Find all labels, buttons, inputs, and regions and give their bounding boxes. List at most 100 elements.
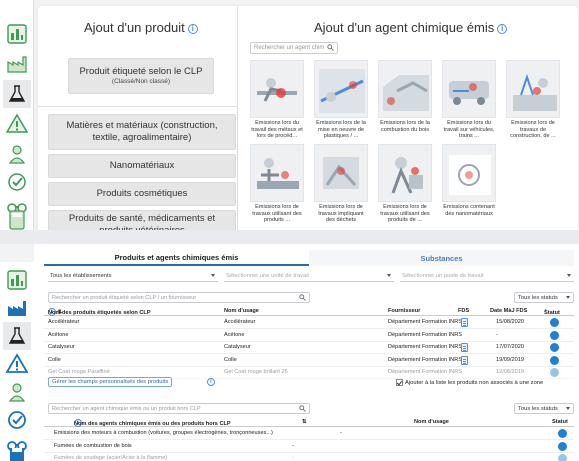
sidebar-item-establishment[interactable] xyxy=(3,50,31,78)
establishment-select[interactable]: Tous les établissements xyxy=(48,271,218,282)
warning-icon xyxy=(6,113,28,133)
health-products-button[interactable]: Produits de santé, médicaments et produi… xyxy=(48,210,236,230)
materials-button[interactable]: Matières et matériaux (construction, tex… xyxy=(48,114,236,150)
table-cell: - xyxy=(496,331,498,338)
info-icon[interactable]: i xyxy=(207,378,215,386)
table-cell: 15/08/2020 xyxy=(496,319,524,325)
chevron-down-icon xyxy=(567,274,571,277)
dashboard-icon xyxy=(7,270,27,290)
emission-tile[interactable]: Emissions lors de la combustion du bois xyxy=(378,60,432,142)
sidebar-item-dashboard-2[interactable] xyxy=(3,266,31,294)
emission-tile-label: Emissions lors de travaux utilisant des … xyxy=(252,204,302,224)
sidebar-item-calculator-2[interactable] xyxy=(3,448,31,461)
emission-scene-icon xyxy=(319,69,365,113)
emission-scene-icon xyxy=(449,155,491,195)
emission-tile-label: Emissions lors de travaux impliquant des… xyxy=(318,204,364,224)
document-icon[interactable] xyxy=(461,343,468,352)
sidebar-item-products-2[interactable] xyxy=(3,322,31,350)
emission-tile[interactable]: Emissions lors de la mise en oeuvre de p… xyxy=(314,60,368,142)
table-cell: 12/08/2019 xyxy=(496,369,524,375)
emission-tile[interactable]: Autres émissions xyxy=(506,144,560,202)
sort-icon[interactable]: ⇅ xyxy=(302,419,307,425)
emission-scene-icon xyxy=(257,158,299,189)
emission-tile-label: Emissions lors du travail des métaux et … xyxy=(251,120,303,140)
work-post-select[interactable]: Sélectionner un poste de travail xyxy=(400,271,574,282)
table-cell: Fumées de soudage (acier/Acier à la flam… xyxy=(54,455,168,461)
divider xyxy=(38,106,238,107)
chevron-down-icon xyxy=(211,274,215,277)
emission-illustration xyxy=(378,60,432,118)
emission-illustration xyxy=(314,60,368,118)
sidebar-item-dashboard[interactable] xyxy=(3,20,31,48)
emission-scene-icon xyxy=(323,157,359,189)
document-icon[interactable] xyxy=(461,318,468,327)
emission-tile[interactable]: Emissions lors du travail des métaux et … xyxy=(250,60,304,142)
info-icon[interactable]: i xyxy=(187,24,198,34)
info-icon[interactable]: i xyxy=(497,24,508,34)
table-row[interactable]: Emissions des moteurs à combustion (voit… xyxy=(44,428,574,440)
agents-table-header: Nom des agents chimiques émis ou des pro… xyxy=(44,417,574,427)
dashboard-icon xyxy=(7,24,27,44)
table-row[interactable]: Colle Colle Département Formation INRS 19/0… xyxy=(44,355,574,367)
agent-search-input[interactable]: Rechercher un agent chimique émis ou un … xyxy=(48,403,310,414)
table-cell: Accélérateur xyxy=(224,319,256,325)
emission-illustration xyxy=(442,144,496,202)
table-cell: Gel Coat rouge Paraffiné xyxy=(48,369,110,375)
emission-scene-icon xyxy=(391,157,423,194)
checkbox-checked-icon xyxy=(396,379,403,386)
sidebar-item-products[interactable] xyxy=(3,80,31,108)
table-row[interactable]: Acétone Acétone Département Formation INRS… xyxy=(44,330,574,342)
factory-icon xyxy=(8,301,26,316)
status-dot-icon xyxy=(558,441,567,451)
emission-tile[interactable]: Emissions lors du travail sur véhicules,… xyxy=(442,60,496,142)
manage-custom-fields-button[interactable]: Gérer les champs personnalisés des produ… xyxy=(48,377,173,387)
emission-tile-label: Emissions lors de la mise en oeuvre de p… xyxy=(316,120,366,140)
document-icon[interactable] xyxy=(461,355,468,365)
agent-status-filter-select[interactable]: Tous les statuts xyxy=(514,403,574,414)
sidebar-item-exposure-2[interactable] xyxy=(3,378,31,406)
sidebar-item-establishment-2[interactable] xyxy=(3,294,31,322)
sidebar-item-risks-2[interactable] xyxy=(3,350,31,378)
search-icon xyxy=(299,294,306,301)
sidebar-item-exposure[interactable] xyxy=(3,140,31,168)
sidebar-top xyxy=(0,0,34,230)
table-cell: Département Formation INRS xyxy=(388,369,462,375)
emission-tile[interactable]: Emissions lors de travaux utilisant des … xyxy=(378,144,432,226)
table-row[interactable]: Accélérateur Accélérateur Département Form… xyxy=(44,317,574,329)
emission-tile-label: Emissions lors de travaux de constructio… xyxy=(510,120,556,140)
clp-product-button[interactable]: Produit étiqueté selon le CLP (Classé/No… xyxy=(68,58,214,94)
add-product-column: Ajout d'un produit i Produit étiqueté sel… xyxy=(38,6,238,230)
emission-tile[interactable]: Emissions contenant des nanomatériaux xyxy=(442,144,496,226)
tab-substances[interactable]: Substances xyxy=(309,250,574,266)
table-cell: - xyxy=(292,455,294,461)
product-search-input[interactable]: Rechercher un produit étiqueté selon CLP… xyxy=(48,292,310,303)
worker-icon xyxy=(8,383,26,402)
table-cell: Colle xyxy=(48,356,61,363)
cosmetics-button[interactable]: Produits cosmétiques xyxy=(48,182,236,206)
emission-tile[interactable]: Emissions lors de travaux impliquant des… xyxy=(314,144,368,226)
add-unassigned-products-checkbox[interactable]: Ajouter à la liste les produits non asso… xyxy=(396,379,543,386)
emission-tile[interactable]: Emissions lors de travaux utilisant des … xyxy=(250,144,304,226)
work-unit-select[interactable]: Sélectionner une unité de travail xyxy=(224,271,394,282)
table-cell: Département Formation INRS xyxy=(388,356,462,363)
table-cell: Accélérateur xyxy=(48,319,80,325)
chevron-down-icon xyxy=(566,296,570,299)
status-dot-icon xyxy=(558,454,567,461)
sidebar-item-risks[interactable] xyxy=(3,110,31,138)
emission-tile[interactable]: Emissions lors de travaux de constructio… xyxy=(506,60,560,142)
status-dot-icon xyxy=(550,355,559,365)
table-row[interactable]: Fumées de soudage (acier/Acier à la flam… xyxy=(44,453,574,461)
table-cell: 19/09/2019 xyxy=(496,356,524,363)
add-emission-column: Ajout d'un agent chimique émis i Recherch… xyxy=(244,6,578,230)
nanomaterials-button[interactable]: Nanomatériaux xyxy=(48,154,236,178)
tab-products-agents[interactable]: Produits et agents chimiques émis xyxy=(44,250,309,266)
emission-illustration xyxy=(314,144,368,202)
table-row[interactable]: Catalyseur Catalyseur Département Formatio… xyxy=(44,342,574,354)
table-row[interactable]: Fumées de combustion de bois - xyxy=(44,441,574,453)
status-dot-icon xyxy=(550,330,559,340)
emission-search-input[interactable]: Rechercher un agent chim xyxy=(250,42,338,54)
section-gap xyxy=(0,230,579,244)
emission-illustration xyxy=(378,144,432,202)
status-filter-select[interactable]: Tous les statuts xyxy=(514,292,574,303)
emission-scene-icon xyxy=(513,73,557,111)
